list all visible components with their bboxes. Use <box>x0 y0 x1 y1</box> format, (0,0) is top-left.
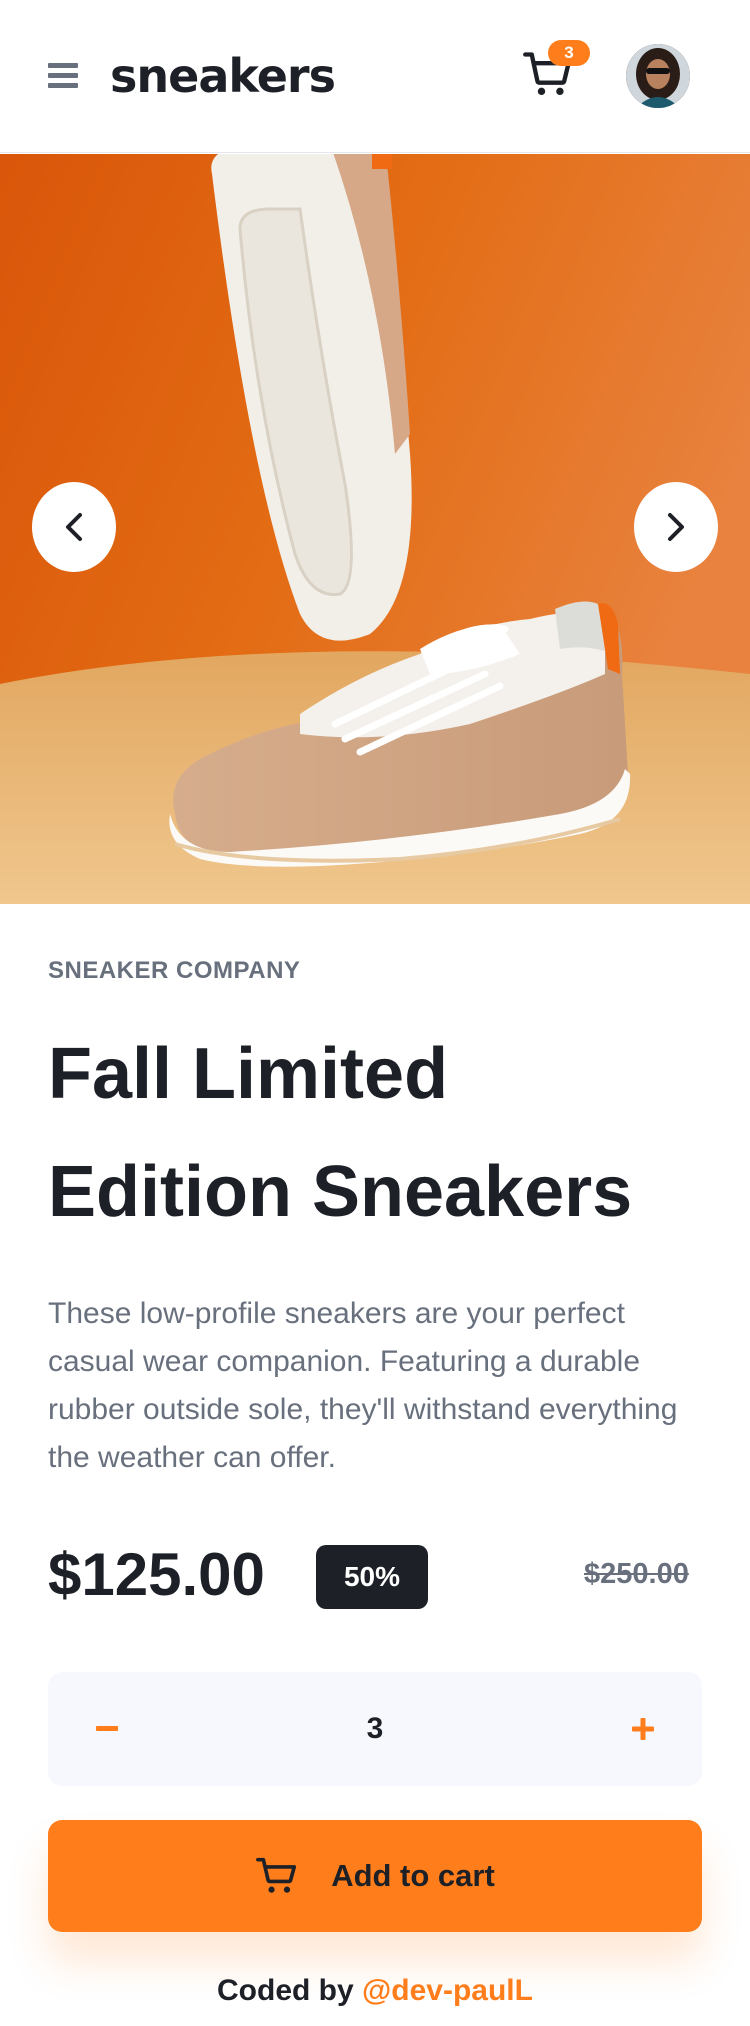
product-description: These low-profile sneakers are your perf… <box>48 1297 678 1474</box>
quantity-stepper: 3 <box>48 1672 702 1786</box>
previous-image-button[interactable] <box>32 482 116 572</box>
chevron-right-icon <box>668 513 684 541</box>
chevron-left-icon <box>66 513 82 541</box>
menu-icon[interactable] <box>48 63 78 89</box>
decrease-quantity-button[interactable] <box>62 1672 152 1786</box>
discount-badge: 50% <box>316 1545 428 1609</box>
author-link[interactable]: @dev-paulL <box>362 1974 533 2007</box>
increase-quantity-button[interactable] <box>598 1672 688 1786</box>
add-to-cart-button[interactable]: Add to cart <box>48 1820 702 1932</box>
logo[interactable]: sneakers <box>110 46 336 106</box>
add-to-cart-label: Add to cart <box>331 1858 495 1893</box>
minus-icon <box>96 1726 118 1731</box>
product-image <box>0 154 750 904</box>
attribution-prefix: Coded by <box>217 1974 363 2007</box>
attribution: Coded by @dev-paulL <box>0 1974 750 2008</box>
plus-icon <box>632 1718 654 1740</box>
cart-icon <box>256 1857 297 1893</box>
next-image-button[interactable] <box>634 482 718 572</box>
product-title: Fall Limited Edition Sneakers <box>48 1034 633 1232</box>
company-name: SNEAKER COMPANY <box>48 957 301 984</box>
current-price: $125.00 <box>48 1541 265 1608</box>
site-header: sneakers 3 <box>0 0 750 153</box>
cart-count-badge: 3 <box>548 40 590 66</box>
avatar[interactable] <box>626 44 690 108</box>
original-price: $250.00 <box>584 1558 689 1590</box>
